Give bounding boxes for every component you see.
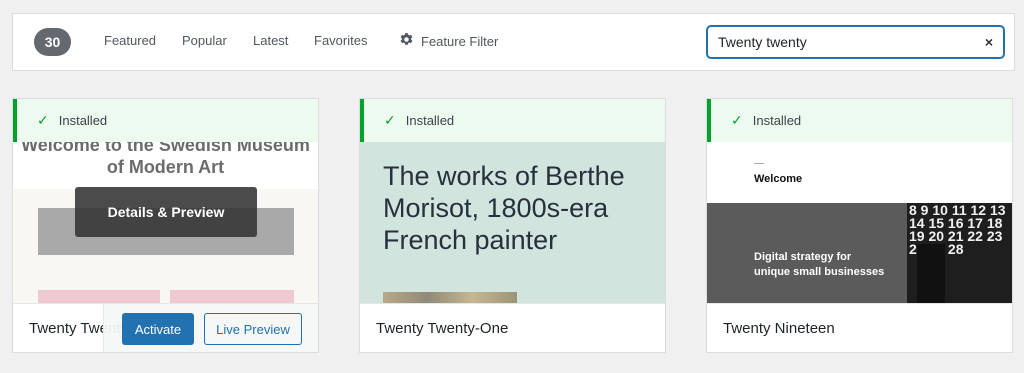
check-icon: ✓ [731,112,743,128]
theme-screenshot[interactable]: The works of Berthe Morisot, 1800s-era F… [360,142,665,303]
theme-card-twenty-twenty[interactable]: ✓ Installed Welcome to the Swedish Museu… [12,98,319,353]
theme-screenshot[interactable]: Welcome to the Swedish Museum of Modern … [13,142,318,303]
filter-link-favorites[interactable]: Favorites [314,33,367,49]
screenshot-painting [383,292,517,303]
filter-link-popular[interactable]: Popular [182,33,227,49]
feature-filter-button[interactable]: Feature Filter [399,32,498,50]
theme-screenshot[interactable]: Welcome 8 9 10 11 12 13 14 15 16 17 18 1… [707,142,1012,303]
theme-card-footer: Twenty Twenty-One [360,303,665,352]
theme-actions: Activate Live Preview [103,304,318,352]
theme-card-footer: Twenty Nineteen [707,303,1012,352]
theme-card-footer: Twenty Twenty Activate Live Preview [13,303,318,352]
installed-notice: ✓ Installed [13,99,318,142]
installed-notice: ✓ Installed [360,99,665,142]
filter-link-latest[interactable]: Latest [253,33,288,49]
live-preview-button[interactable]: Live Preview [204,313,302,345]
installed-label: Installed [752,113,802,128]
screenshot-headline: The works of Berthe Morisot, 1800s-era F… [383,161,625,255]
installed-notice: ✓ Installed [707,99,1012,142]
screenshot-tagline-line: unique small businesses [754,266,885,278]
theme-card-twenty-nineteen[interactable]: ✓ Installed Welcome 8 9 10 11 12 13 14 1… [706,98,1013,353]
check-icon: ✓ [37,112,49,128]
feature-filter-label: Feature Filter [421,33,499,49]
theme-count-badge: 30 [34,28,71,56]
details-preview-button[interactable]: Details & Preview [75,187,257,237]
screenshot-rule [754,163,764,164]
screenshot-welcome: Welcome [754,173,803,185]
clear-search-icon[interactable]: × [985,34,993,50]
screenshot-plant [917,244,945,303]
screenshot-tagline-line: Digital strategy for [754,251,852,263]
theme-name: Twenty Nineteen [723,320,835,337]
theme-filter-bar: 30 Featured Popular Latest Favorites Fea… [12,13,1015,71]
theme-name: Twenty Twenty-One [376,320,509,337]
theme-card-twenty-twenty-one[interactable]: ✓ Installed The works of Berthe Morisot,… [359,98,666,353]
check-icon: ✓ [384,112,396,128]
installed-label: Installed [58,113,108,128]
screenshot-tagline: Digital strategy for unique small busine… [754,250,884,280]
activate-button[interactable]: Activate [122,313,194,345]
theme-search-input[interactable] [708,27,958,57]
gear-icon [399,32,414,50]
filter-link-featured[interactable]: Featured [104,33,156,49]
theme-search-box: × [707,26,1004,58]
installed-label: Installed [405,113,455,128]
